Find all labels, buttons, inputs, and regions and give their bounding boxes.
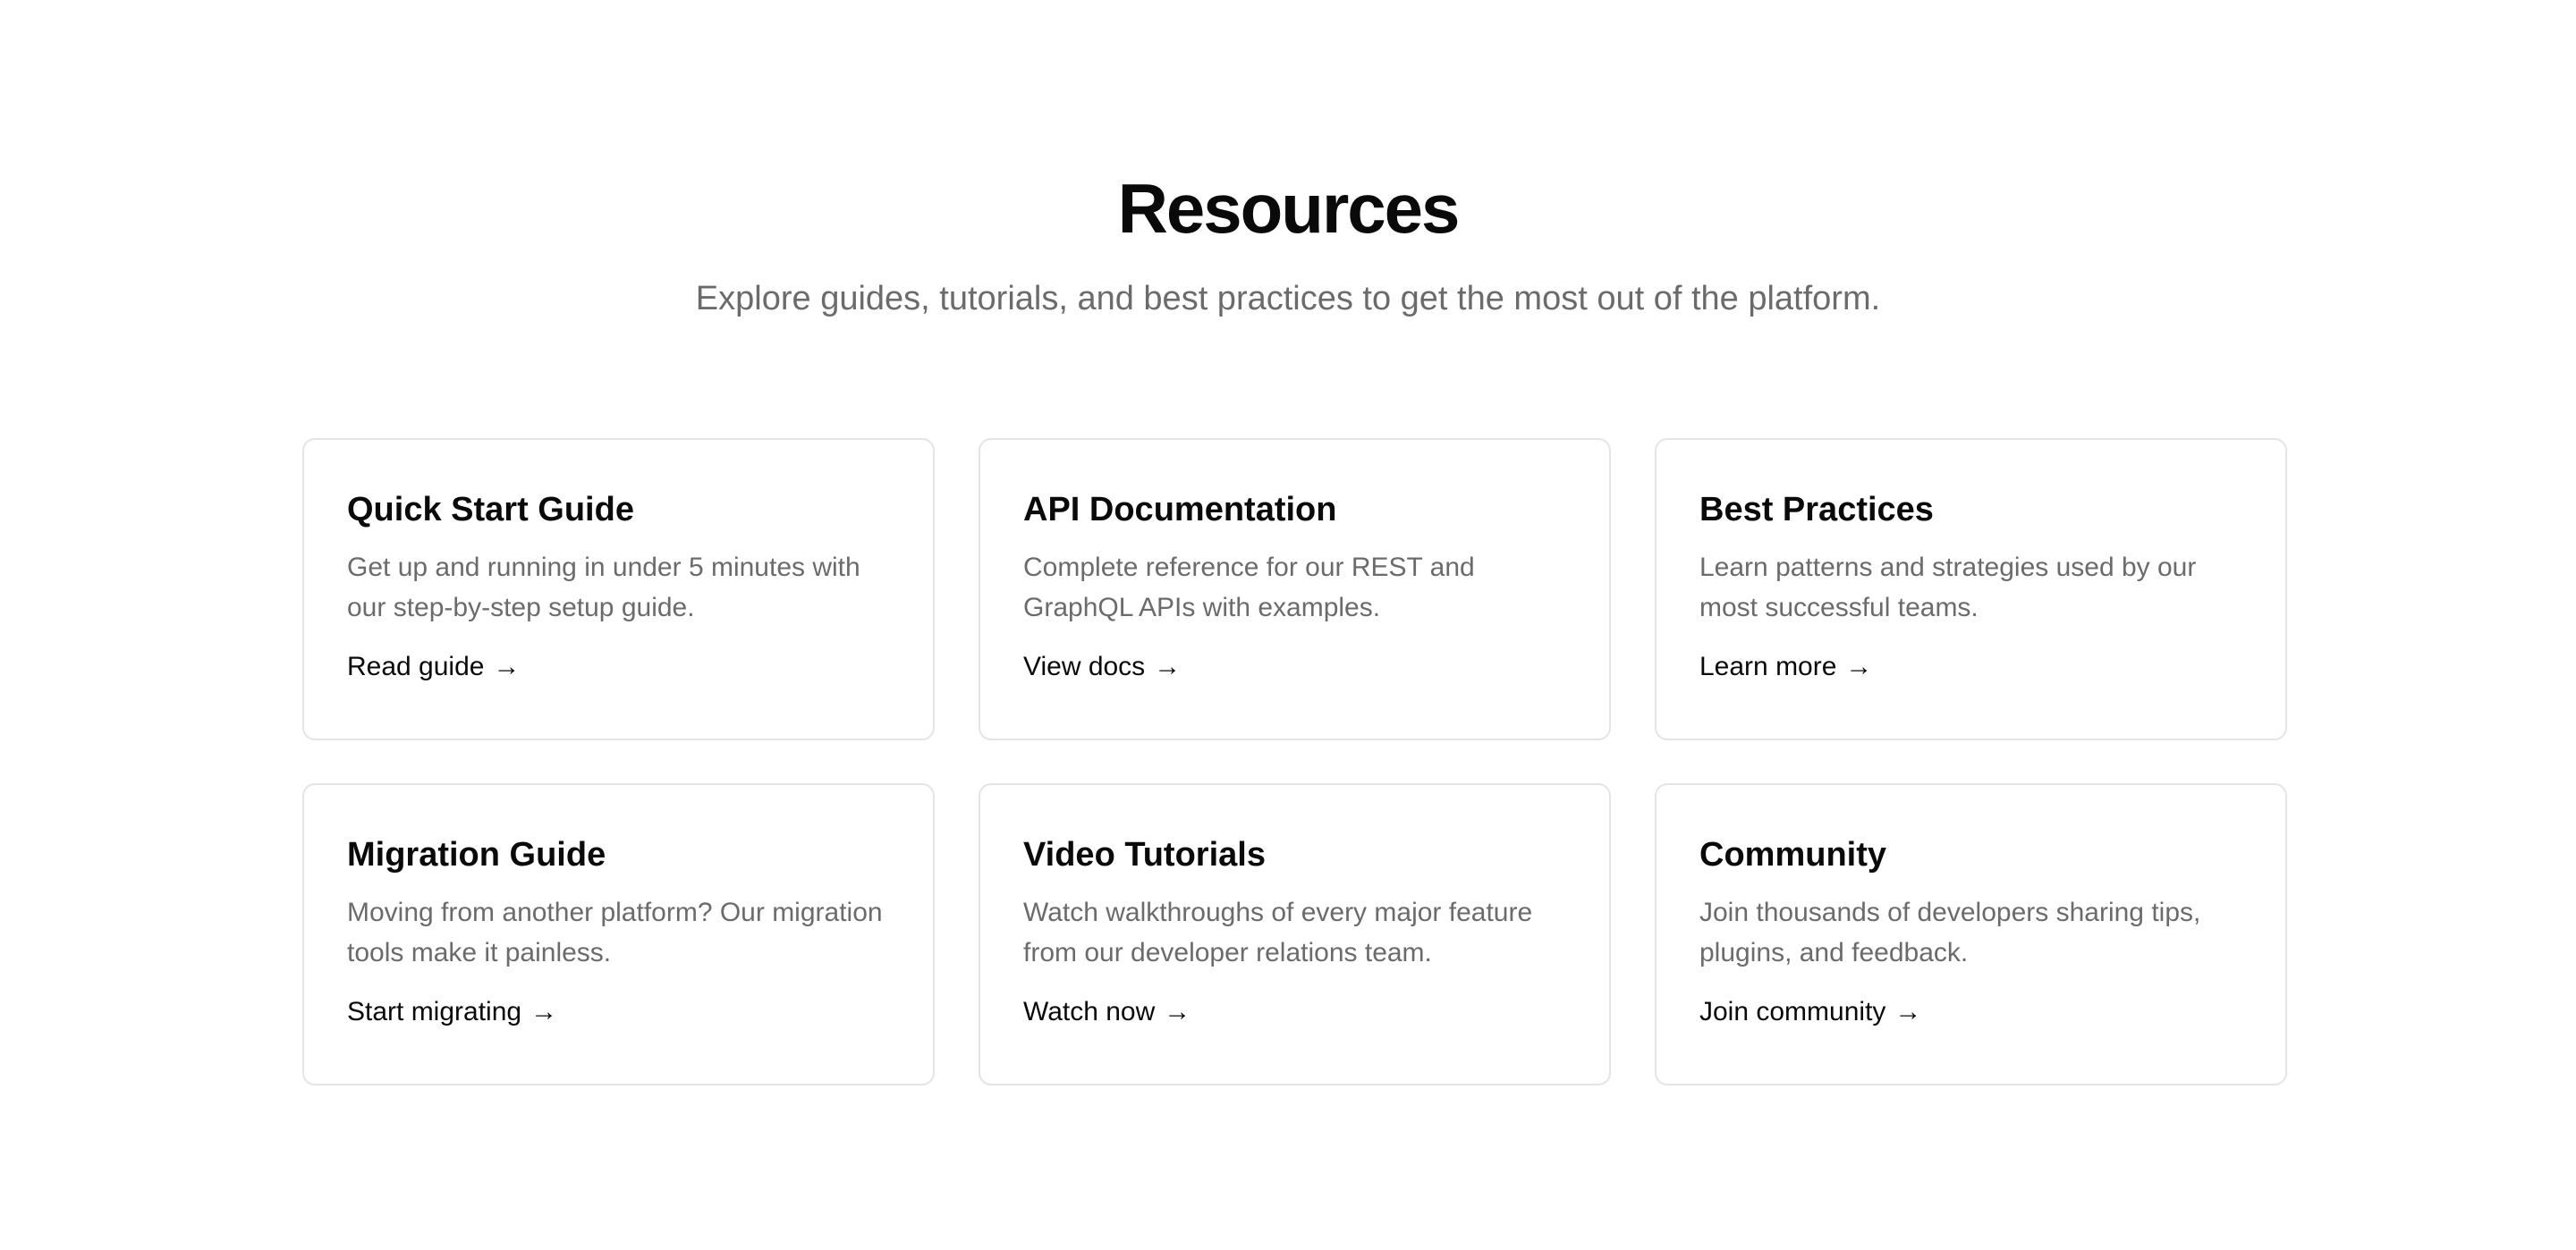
card-description: Join thousands of developers sharing tip… [1699, 898, 2201, 967]
resource-card-grid: Quick Start Guide Get up and running in … [302, 438, 2287, 1085]
card-link-label: View docs [1023, 652, 1146, 681]
read-guide-link[interactable]: Read guide → [347, 649, 520, 685]
resources-page: Resources Explore guides, tutorials, and… [0, 0, 2576, 1250]
arrow-right-icon: → [530, 997, 558, 1026]
page-subtitle: Explore guides, tutorials, and best prac… [695, 280, 1881, 317]
arrow-right-icon: → [1154, 652, 1182, 681]
arrow-right-icon: → [1845, 652, 1873, 681]
card-description: Moving from another platform? Our migrat… [347, 898, 883, 967]
card-quick-start-guide: Quick Start Guide Get up and running in … [302, 438, 935, 740]
arrow-right-icon: → [1894, 997, 1922, 1026]
card-api-documentation: API Documentation Complete reference for… [979, 438, 1611, 740]
watch-now-link[interactable]: Watch now → [1023, 994, 1191, 1030]
card-title: API Documentation [1023, 491, 1337, 528]
card-description: Learn patterns and strategies used by ou… [1699, 553, 2197, 622]
card-link-label: Learn more [1699, 652, 1837, 681]
card-title: Community [1699, 836, 1886, 874]
card-title: Migration Guide [347, 836, 606, 874]
card-link-label: Read guide [347, 652, 485, 681]
card-link-label: Join community [1699, 997, 1886, 1026]
card-description: Watch walkthroughs of every major featur… [1023, 898, 1533, 967]
join-community-link[interactable]: Join community → [1699, 994, 1921, 1030]
card-migration-guide: Migration Guide Moving from another plat… [302, 783, 935, 1085]
learn-more-link[interactable]: Learn more → [1699, 649, 1872, 685]
card-title: Quick Start Guide [347, 491, 634, 528]
card-link-label: Start migrating [347, 997, 522, 1026]
page-title: Resources [1117, 169, 1461, 248]
arrow-right-icon: → [493, 652, 521, 681]
view-docs-link[interactable]: View docs → [1023, 649, 1181, 685]
card-link-label: Watch now [1023, 997, 1156, 1026]
card-title: Best Practices [1699, 491, 1934, 528]
card-video-tutorials: Video Tutorials Watch walkthroughs of ev… [979, 783, 1611, 1085]
card-description: Get up and running in under 5 minutes wi… [347, 553, 860, 622]
start-migrating-link[interactable]: Start migrating → [347, 994, 557, 1030]
arrow-right-icon: → [1164, 997, 1191, 1026]
card-description: Complete reference for our REST and Grap… [1023, 553, 1475, 622]
card-title: Video Tutorials [1023, 836, 1266, 874]
card-community: Community Join thousands of developers s… [1655, 783, 2287, 1085]
card-best-practices: Best Practices Learn patterns and strate… [1655, 438, 2287, 740]
